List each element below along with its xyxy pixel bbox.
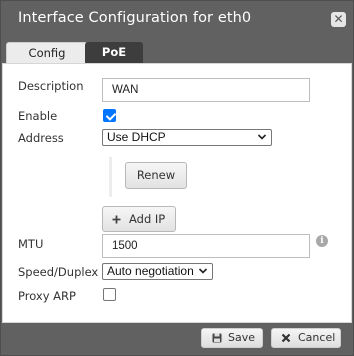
dialog-footer: Save Cancel	[1, 323, 353, 355]
proxy-arp-label: Proxy ARP	[18, 289, 76, 303]
speed-duplex-select[interactable]: Auto negotiation	[102, 263, 213, 280]
description-label: Description	[18, 79, 84, 93]
tab-poe[interactable]: PoE	[85, 42, 143, 63]
enable-checkbox[interactable]	[103, 109, 116, 122]
description-field[interactable]: WAN	[102, 78, 310, 102]
floppy-disk-icon	[212, 333, 222, 343]
dialog-title: Interface Configuration for eth0	[18, 10, 252, 26]
close-button[interactable]: ✕	[331, 12, 346, 27]
config-panel: Description WAN Enable Address Use DHCP …	[2, 63, 352, 323]
plus-icon	[112, 215, 121, 224]
speed-duplex-select-value: Auto negotiation	[107, 264, 194, 278]
enable-label: Enable	[18, 109, 58, 123]
chevron-down-icon	[198, 268, 208, 274]
dhcp-indent-bar	[109, 157, 112, 197]
proxy-arp-checkbox[interactable]	[103, 288, 116, 301]
cancel-button[interactable]: Cancel	[271, 328, 341, 348]
interface-config-dialog: Interface Configuration for eth0 ✕ Confi…	[0, 0, 354, 356]
tab-config[interactable]: Config	[6, 42, 88, 63]
save-button[interactable]: Save	[201, 328, 263, 348]
info-icon[interactable]: i	[316, 235, 328, 247]
cancel-label: Cancel	[298, 331, 336, 344]
mtu-field[interactable]: 1500	[102, 234, 310, 258]
tab-bar: Config PoE	[1, 42, 353, 63]
x-icon	[281, 333, 291, 343]
save-label: Save	[228, 331, 256, 344]
address-label: Address	[18, 131, 64, 145]
address-select[interactable]: Use DHCP	[102, 129, 272, 146]
close-icon: ✕	[333, 12, 344, 26]
chevron-down-icon	[257, 134, 267, 140]
dialog-titlebar[interactable]: Interface Configuration for eth0 ✕	[1, 1, 353, 39]
speed-duplex-label: Speed/Duplex	[18, 265, 99, 279]
add-ip-label: Add IP	[129, 212, 166, 226]
address-select-value: Use DHCP	[107, 130, 166, 144]
renew-button[interactable]: Renew	[125, 162, 187, 189]
mtu-label: MTU	[18, 237, 44, 251]
add-ip-button[interactable]: Add IP	[102, 206, 176, 232]
